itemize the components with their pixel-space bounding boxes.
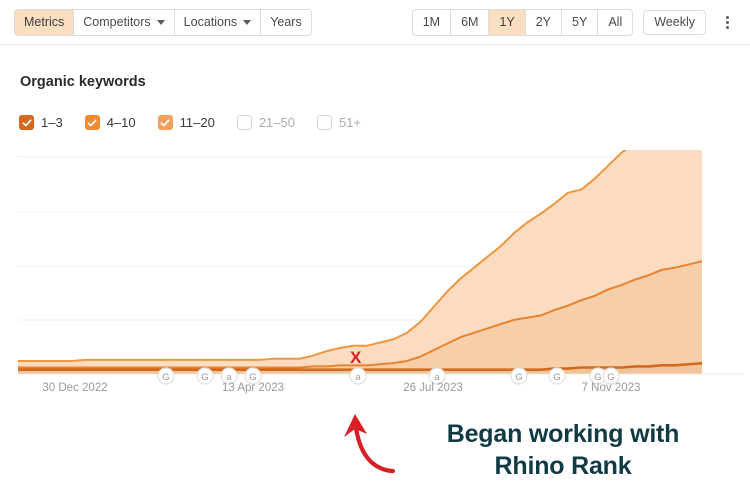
tab-locations[interactable]: Locations [174, 9, 262, 35]
page-title: Organic keywords [20, 74, 146, 90]
chart-toolbar: Metrics Competitors Locations Years 1M 6M 1Y 2… [0, 0, 750, 45]
legend-item-5[interactable]: 51+ [316, 115, 362, 130]
range-1y[interactable]: 1Y [489, 9, 526, 35]
x-axis-tick-label: 13 Apr 2023 [221, 382, 285, 394]
checkbox-checked-icon[interactable] [84, 115, 100, 130]
organic-keywords-chart[interactable]: GGaGaaGGGG [0, 150, 750, 390]
tab-competitors[interactable]: Competitors [74, 9, 175, 35]
tab-metrics[interactable]: Metrics [15, 9, 75, 35]
chevron-down-icon [156, 19, 165, 25]
legend-item-1[interactable]: 1–3 [19, 115, 63, 130]
date-range-group: 1M 6M 1Y 2Y 5Y All [411, 8, 634, 36]
range-6m[interactable]: 6M [451, 9, 490, 35]
metrics-tab-group: Metrics Competitors Locations Years [14, 8, 312, 36]
legend-item-2[interactable]: 4–10 [84, 115, 136, 130]
tab-label: Metrics [24, 14, 65, 29]
legend-label: 51+ [338, 115, 362, 130]
chevron-down-icon [243, 19, 252, 25]
annotation-x-marker: X [350, 348, 362, 367]
tab-label: Locations [183, 14, 238, 29]
legend-label: 4–10 [106, 115, 136, 130]
legend-item-3[interactable]: 11–20 [157, 115, 215, 130]
plot-edge-mask [703, 150, 750, 373]
kebab-dot [725, 25, 729, 29]
legend-label: 21–50 [258, 115, 295, 130]
kebab-dot [725, 20, 729, 24]
legend-label: 1–3 [41, 115, 63, 130]
tab-years[interactable]: Years [261, 9, 311, 35]
x-axis-tick-label: 7 Nov 2023 [581, 382, 641, 394]
x-axis-tick-label: 30 Dec 2022 [42, 382, 108, 394]
range-2y[interactable]: 2Y [525, 9, 563, 35]
range-1m[interactable]: 1M [412, 9, 452, 35]
tab-label: Competitors [83, 14, 151, 29]
checkbox-unchecked-icon[interactable] [236, 115, 252, 130]
range-all[interactable]: All [598, 9, 633, 35]
kebab-dot [725, 15, 729, 19]
checkbox-checked-icon[interactable] [157, 115, 173, 130]
legend-item-4[interactable]: 21–50 [236, 115, 295, 130]
x-axis-labels: 30 Dec 2022 13 Apr 2023 26 Jul 2023 7 Nov 2… [0, 382, 750, 402]
granularity-label: Weekly [654, 15, 695, 29]
annotation-line-1: Began working with [446, 420, 680, 448]
annotation-text: Began working with Rhino Rank [383, 418, 743, 482]
annotation-line-2: Rhino Rank [494, 452, 632, 480]
range-5y[interactable]: 5Y [562, 9, 599, 35]
legend: 1–3 4–10 11–20 21–50 51+ [19, 115, 383, 130]
tab-label: Years [270, 14, 302, 29]
toolbar-right-cluster: 1M 6M 1Y 2Y 5Y All Weekly [411, 8, 736, 36]
x-axis-tick-label: 26 Jul 2023 [403, 382, 463, 394]
more-options-icon[interactable] [718, 10, 736, 34]
granularity-dropdown[interactable]: Weekly [643, 9, 706, 35]
chart-svg: GGaGaaGGGG [18, 150, 750, 385]
legend-label: 11–20 [179, 115, 215, 130]
checkbox-checked-icon[interactable] [19, 115, 34, 130]
checkbox-unchecked-icon[interactable] [316, 115, 332, 130]
